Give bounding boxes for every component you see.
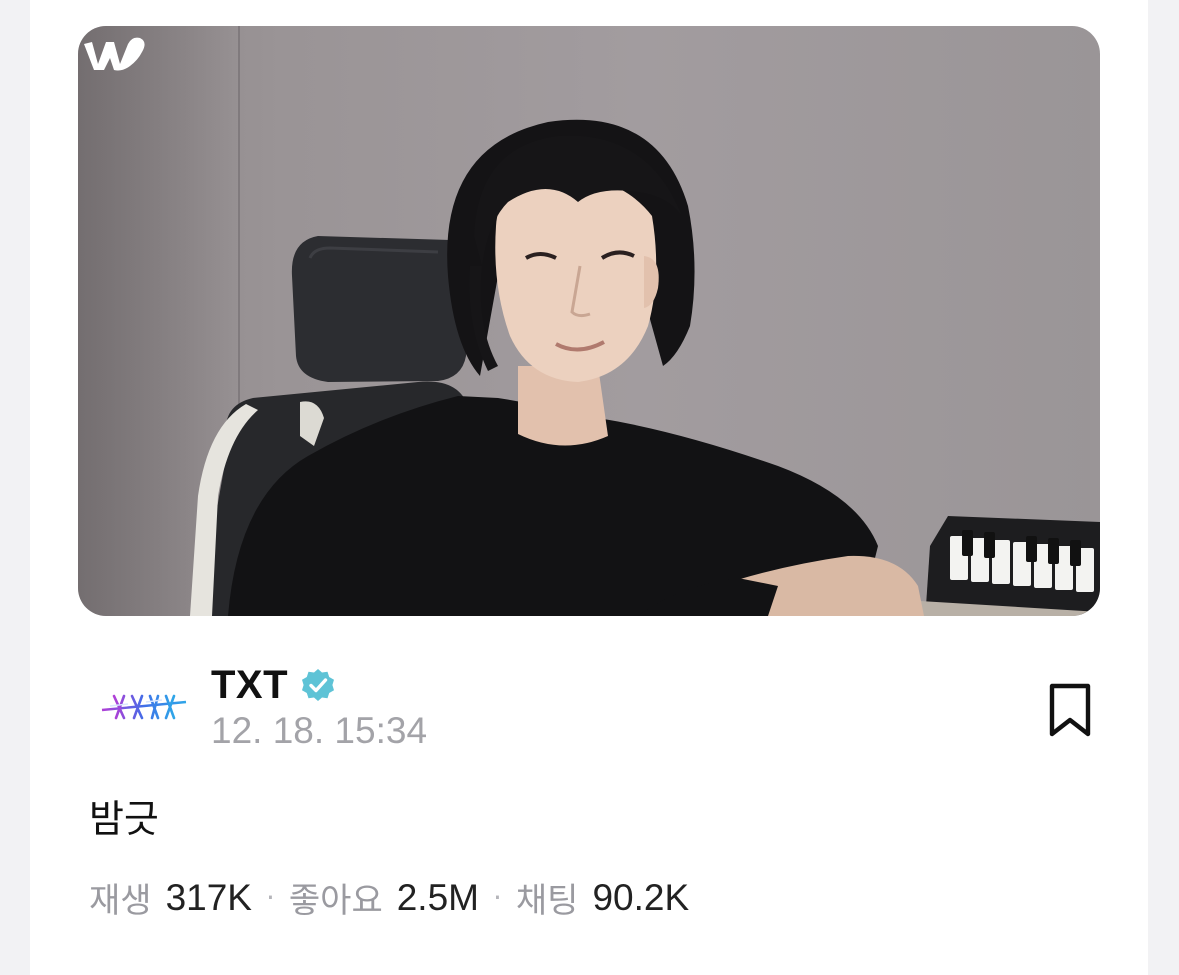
verified-badge-icon [302,669,335,701]
chats-label: 채팅 [515,881,579,921]
stats-separator: · [265,881,275,914]
thumbnail-illustration [190,119,1100,616]
likes-label: 좋아요 [288,881,383,921]
bookmark-icon[interactable] [1044,682,1096,738]
channel-name[interactable]: TXT [211,663,288,708]
plays-count: 317K [165,876,252,918]
chats-count: 90.2K [592,876,690,918]
txt-logo-avatar[interactable] [96,666,192,746]
weverse-logo-icon [84,37,145,71]
likes-count: 2.5M [396,876,479,918]
plays-label: 재생 [89,881,152,921]
stats-separator: · [493,881,502,914]
video-thumbnail[interactable] [78,26,1100,616]
post-timestamp: 12. 18. 15:34 [211,710,428,751]
video-stats: 재생 317K · 좋아요 2.5M · 채팅 90.2K [89,873,689,922]
channel-name-row: TXT [211,660,336,710]
post-card: TXT 12. 18. 15:34 밤긋 재생 317K · 좋아요 2.5M … [30,0,1148,975]
video-title: 밤긋 [89,797,159,841]
